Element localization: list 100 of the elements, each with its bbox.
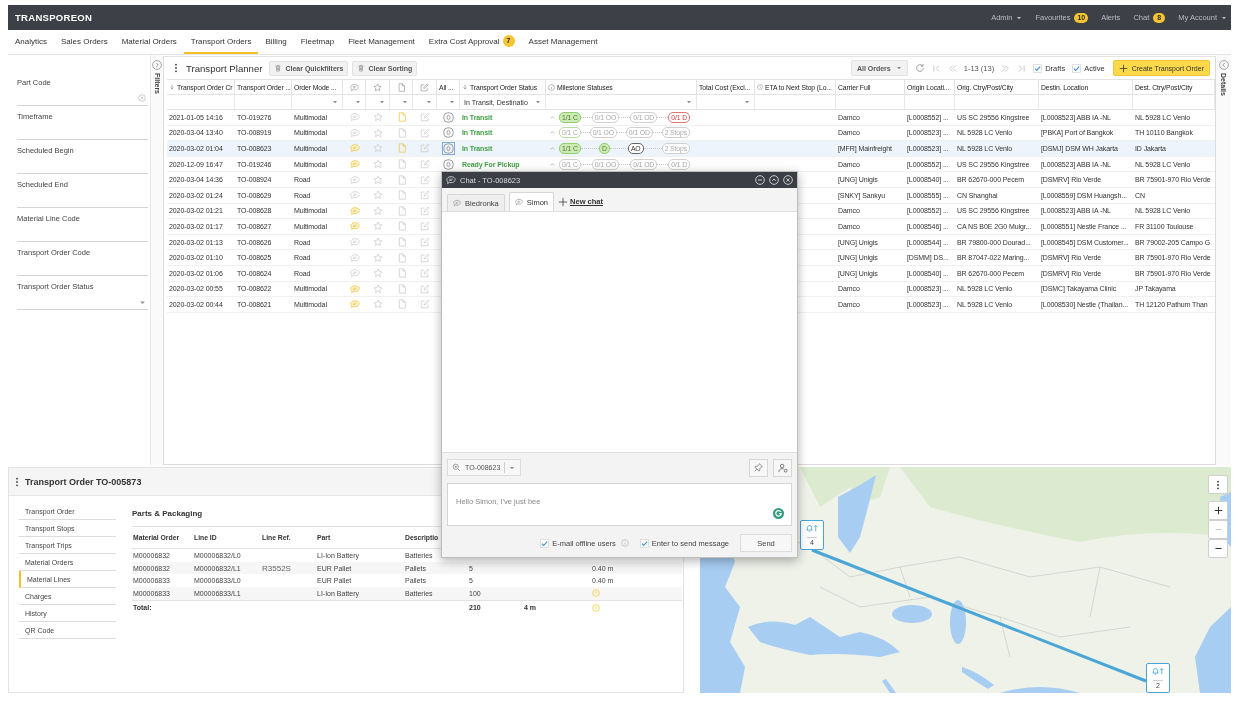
star-icon[interactable] xyxy=(373,221,383,232)
chat-bubble-icon[interactable] xyxy=(349,299,360,310)
status-circle-icon[interactable] xyxy=(442,142,455,155)
nav-tab[interactable]: Billing xyxy=(258,30,294,54)
plus-icon xyxy=(1118,63,1128,73)
plus-icon xyxy=(1213,506,1223,515)
edit-icon[interactable] xyxy=(420,205,430,216)
close-icon[interactable] xyxy=(783,175,793,185)
edit-icon[interactable] xyxy=(420,159,430,170)
star-icon[interactable] xyxy=(373,190,383,201)
document-icon[interactable] xyxy=(396,190,407,201)
collapse-caret-icon[interactable] xyxy=(549,145,556,152)
document-icon[interactable] xyxy=(396,143,407,154)
star-icon[interactable] xyxy=(373,252,383,263)
edit-icon[interactable] xyxy=(420,143,430,154)
previous-page-icon[interactable] xyxy=(947,63,957,73)
caret-down-icon[interactable] xyxy=(139,298,146,306)
checkbox[interactable] xyxy=(1072,63,1082,73)
edit-icon[interactable] xyxy=(420,221,430,232)
nav-tab[interactable]: Fleetmap xyxy=(293,30,342,54)
chat-bubble-icon[interactable] xyxy=(349,174,360,185)
document-icon[interactable] xyxy=(396,237,407,248)
document-icon[interactable] xyxy=(396,112,407,123)
section-title: Parts & Packaging xyxy=(132,509,203,518)
edit-icon[interactable] xyxy=(420,174,430,185)
checkbox[interactable] xyxy=(1033,63,1043,73)
map-menu-button[interactable] xyxy=(1208,475,1228,494)
nav-tab[interactable]: Fleet Management xyxy=(341,30,422,54)
user-settings-button[interactable] xyxy=(773,458,792,477)
document-icon[interactable] xyxy=(396,268,407,279)
first-page-icon[interactable] xyxy=(931,63,941,73)
star-icon xyxy=(373,82,382,92)
collapse-panel-icon[interactable] xyxy=(152,60,162,70)
nav-tab[interactable]: Asset Management xyxy=(521,30,605,54)
document-icon[interactable] xyxy=(396,127,407,138)
chat-bubble-icon[interactable] xyxy=(349,190,360,201)
next-page-icon[interactable] xyxy=(1001,63,1011,73)
clock-icon xyxy=(757,84,763,90)
nav-tab[interactable]: Analytics xyxy=(8,30,54,54)
plus-icon[interactable] xyxy=(558,196,569,207)
star-icon[interactable] xyxy=(373,174,383,185)
chat-bubble-icon[interactable] xyxy=(349,283,360,294)
last-page-icon[interactable] xyxy=(1017,63,1027,73)
nav-tab[interactable]: Material Orders xyxy=(114,30,184,54)
star-icon[interactable] xyxy=(373,205,383,216)
table-cell: R3552S xyxy=(262,563,291,573)
edit-icon[interactable] xyxy=(420,252,430,263)
refresh-icon[interactable] xyxy=(914,63,925,73)
filter-field[interactable] xyxy=(17,91,148,106)
edit-icon[interactable] xyxy=(420,268,430,279)
document-icon[interactable] xyxy=(396,299,407,310)
expand-panel-icon[interactable] xyxy=(1218,60,1229,70)
nav-tab[interactable]: Transport Orders xyxy=(183,30,259,54)
document-icon[interactable] xyxy=(396,221,407,232)
document-icon[interactable] xyxy=(396,174,407,185)
chat-bubble-icon[interactable] xyxy=(349,237,360,248)
star-icon[interactable] xyxy=(373,268,383,279)
edit-icon[interactable] xyxy=(420,112,430,123)
checkbox[interactable] xyxy=(639,538,649,548)
star-icon[interactable] xyxy=(373,112,383,123)
document-icon[interactable] xyxy=(396,252,407,263)
edit-icon[interactable] xyxy=(420,283,430,294)
edit-icon[interactable] xyxy=(420,237,430,248)
chat-bubble-icon[interactable] xyxy=(349,268,360,279)
edit-icon[interactable] xyxy=(420,190,430,201)
zoom-in-button[interactable] xyxy=(1208,501,1228,520)
circular-arrow-icon[interactable] xyxy=(773,508,784,519)
chat-bubble-icon xyxy=(514,198,523,206)
zoom-out-button[interactable] xyxy=(1208,539,1228,558)
chat-bubble-icon[interactable] xyxy=(349,252,360,263)
maximize-icon[interactable] xyxy=(769,175,779,185)
chat-bubble-icon[interactable] xyxy=(349,205,360,216)
document-icon[interactable] xyxy=(396,283,407,294)
edit-icon[interactable] xyxy=(420,127,430,138)
chat-bubble-icon[interactable] xyxy=(349,159,360,170)
chat-bubble-icon[interactable] xyxy=(349,143,360,154)
caret-down-icon xyxy=(402,99,408,105)
minimize-icon[interactable] xyxy=(755,175,765,185)
star-icon[interactable] xyxy=(373,127,383,138)
clear-icon[interactable] xyxy=(138,94,146,102)
chat-bubble-icon xyxy=(446,175,456,185)
star-icon[interactable] xyxy=(373,237,383,248)
caret-down-icon xyxy=(744,99,750,105)
document-icon[interactable] xyxy=(396,205,407,216)
document-icon[interactable] xyxy=(396,159,407,170)
nav-tab[interactable]: Sales Orders xyxy=(54,30,115,54)
star-icon[interactable] xyxy=(373,283,383,294)
star-icon[interactable] xyxy=(373,143,383,154)
chat-bubble-icon[interactable] xyxy=(349,112,360,123)
sort-arrow-icon[interactable] xyxy=(462,84,468,90)
edit-icon[interactable] xyxy=(420,299,430,310)
brand-logo[interactable]: TRANSPOREON xyxy=(15,12,93,23)
chat-bubble-icon[interactable] xyxy=(349,221,360,232)
caret-down-icon xyxy=(426,99,432,105)
star-icon[interactable] xyxy=(373,299,383,310)
star-icon[interactable] xyxy=(373,159,383,170)
checkbox[interactable] xyxy=(540,538,550,548)
sort-arrow-icon[interactable] xyxy=(169,84,175,90)
pin-button[interactable] xyxy=(749,458,768,477)
chat-bubble-icon[interactable] xyxy=(349,127,360,138)
